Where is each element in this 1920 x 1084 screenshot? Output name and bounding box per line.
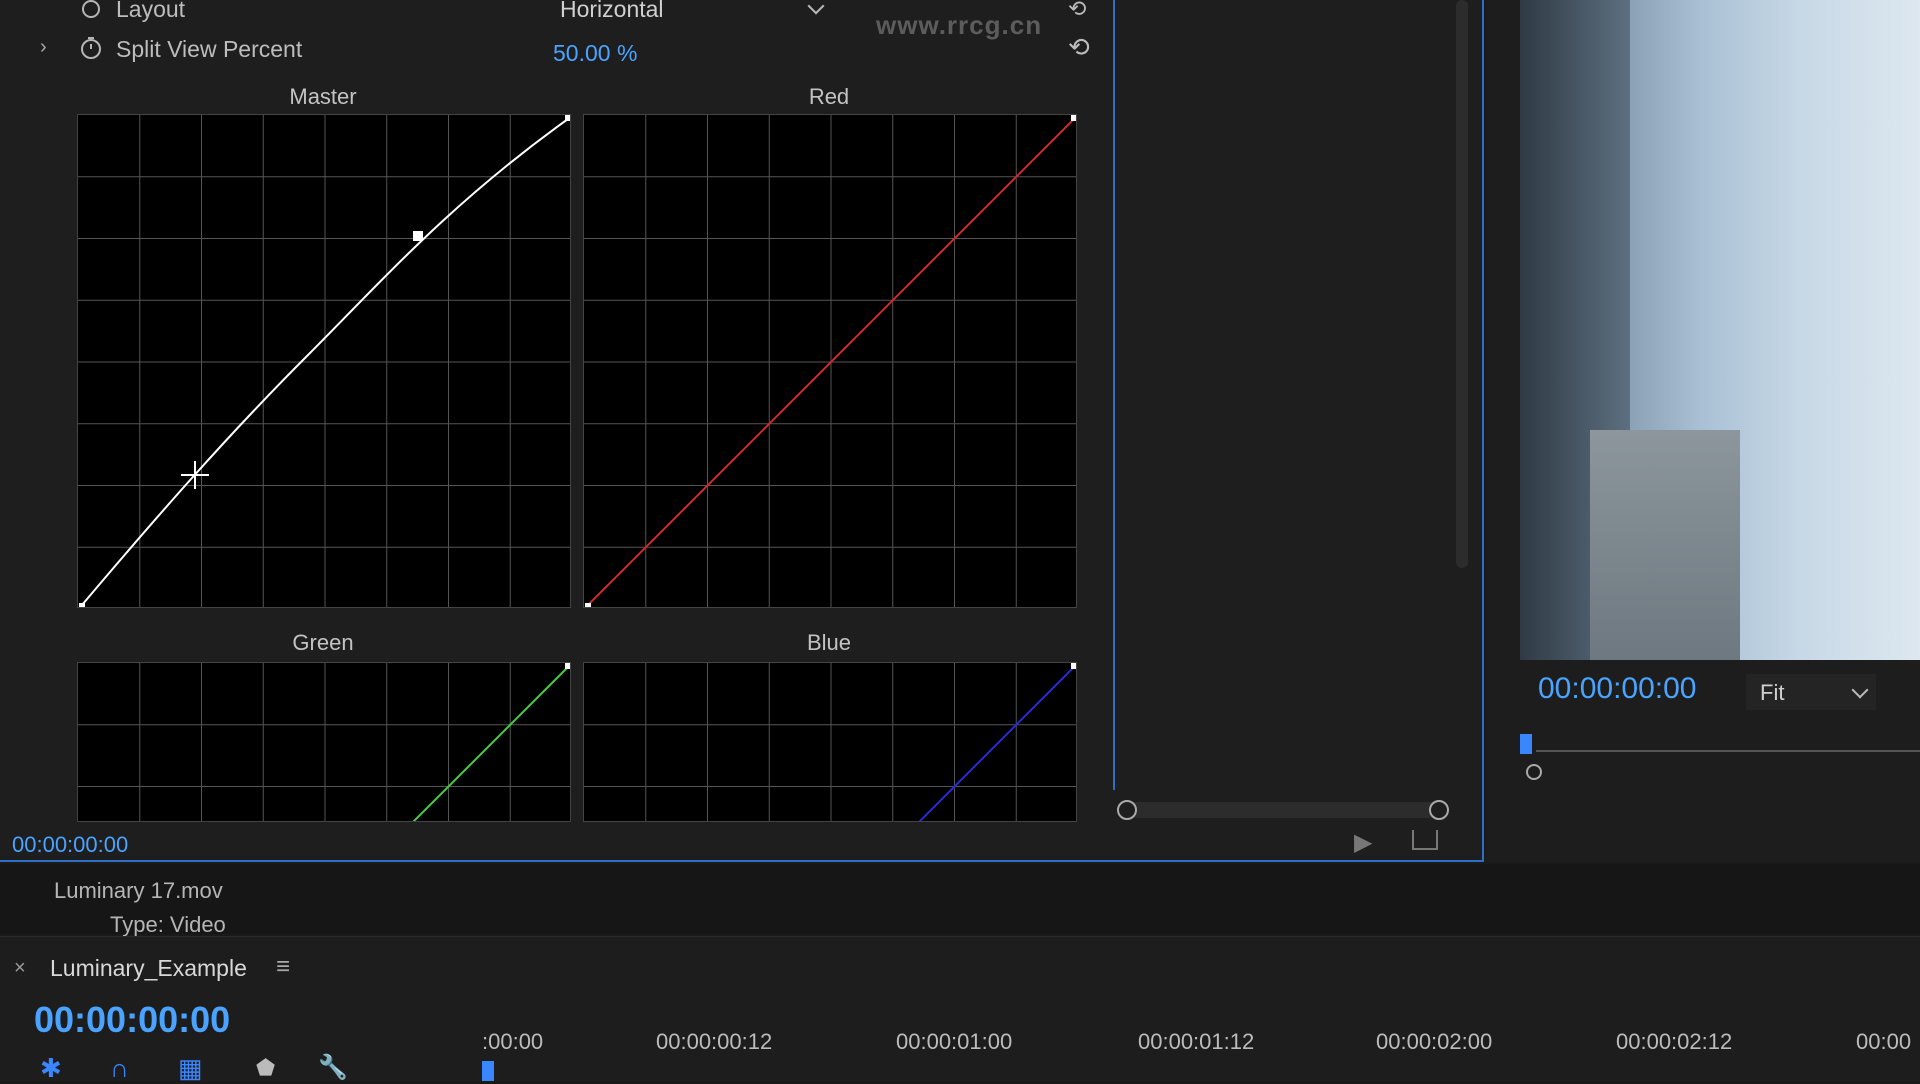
- blue-curve-graph[interactable]: [583, 662, 1077, 822]
- green-curve-graph[interactable]: [77, 662, 571, 822]
- vertical-scrollbar[interactable]: [1456, 0, 1468, 568]
- wrench-icon[interactable]: 🔧: [318, 1053, 348, 1082]
- scroll-handle-right[interactable]: [1429, 800, 1449, 820]
- expand-chevron-icon[interactable]: ›: [40, 36, 47, 59]
- split-view-value[interactable]: 50.00 %: [553, 40, 637, 67]
- monitor-zoom-handle[interactable]: [1526, 764, 1542, 780]
- red-curve-title: Red: [808, 84, 850, 109]
- split-view-label: Split View Percent: [116, 36, 303, 62]
- ruler-label: 00:00:02:12: [1616, 1029, 1733, 1054]
- stopwatch-icon[interactable]: [80, 36, 102, 59]
- ruler-label: 00:00:01:00: [896, 1029, 1013, 1054]
- keyframe-toggle-icon[interactable]: [82, 0, 100, 18]
- panel-divider: [1113, 0, 1115, 790]
- clip-type: Type: Video: [110, 912, 226, 937]
- master-curve-graph[interactable]: [77, 114, 571, 608]
- building-right-silhouette: [1590, 430, 1740, 660]
- monitor-ruler: [1536, 750, 1920, 752]
- curve-control-point: [565, 663, 570, 669]
- program-timecode[interactable]: 00:00:00:00: [1538, 672, 1696, 706]
- effect-controls-panel: Layout Horizontal ⟲ › Split View Percent…: [0, 0, 1484, 862]
- timeline-playhead-icon[interactable]: [482, 1061, 494, 1081]
- curve-control-point: [1071, 663, 1076, 669]
- timeline-panel: × Luminary_Example ≡ 00:00:00:00 :00:00 …: [0, 936, 1920, 1084]
- play-audio-icon[interactable]: ▶: [1354, 828, 1372, 857]
- curve-control-point: [585, 603, 591, 607]
- curve-control-point: [565, 115, 570, 121]
- reset-icon[interactable]: ⟲: [1068, 32, 1090, 63]
- timeline-timecode[interactable]: 00:00:00:00: [34, 999, 230, 1041]
- zoom-scrollbar[interactable]: [1120, 802, 1442, 818]
- linked-selection-icon[interactable]: ∩: [110, 1053, 129, 1084]
- layout-label: Layout: [116, 0, 186, 22]
- master-curve-title: Master: [289, 84, 357, 109]
- effect-controls-timecode[interactable]: 00:00:00:00: [12, 832, 128, 858]
- playhead-icon[interactable]: [1520, 734, 1532, 754]
- green-curve-line: [412, 666, 569, 821]
- blue-curve-title: Blue: [806, 630, 852, 655]
- curve-control-point: [413, 231, 423, 241]
- add-marker-nest-icon[interactable]: ▦: [178, 1053, 203, 1084]
- red-curve-graph[interactable]: [583, 114, 1077, 608]
- close-icon[interactable]: ×: [14, 957, 26, 980]
- marker-icon[interactable]: ⬟: [256, 1055, 275, 1081]
- ruler-label: 00:00:01:12: [1138, 1029, 1255, 1054]
- fit-dropdown-value: Fit: [1760, 680, 1785, 705]
- ruler-label: 00:00:02:00: [1376, 1029, 1493, 1054]
- blue-curve-line: [918, 666, 1075, 821]
- project-info-panel: Luminary 17.mov Type: Video: [0, 864, 1920, 937]
- ruler-label: 00:00: [1856, 1029, 1912, 1054]
- reset-icon[interactable]: ⟲: [1068, 0, 1086, 22]
- clip-name: Luminary 17.mov: [54, 878, 223, 903]
- chevron-down-icon: [807, 0, 825, 15]
- scroll-handle-left[interactable]: [1117, 800, 1137, 820]
- sequence-tab[interactable]: Luminary_Example: [50, 955, 247, 982]
- ruler-label: 00:00:00:12: [656, 1029, 773, 1054]
- chevron-down-icon: [1851, 681, 1869, 699]
- video-preview: [1520, 0, 1920, 660]
- snap-icon[interactable]: ✱: [40, 1053, 62, 1084]
- curve-control-point: [79, 603, 85, 607]
- fit-dropdown[interactable]: Fit: [1746, 674, 1876, 710]
- export-icon[interactable]: [1412, 830, 1438, 850]
- layout-dropdown[interactable]: Horizontal: [548, 0, 830, 28]
- layout-dropdown-value: Horizontal: [560, 0, 664, 22]
- green-curve-title: Green: [292, 630, 354, 655]
- curve-control-point: [1071, 115, 1076, 121]
- watermark-text: www.rrcg.cn: [876, 10, 1043, 40]
- ruler-label: :00:00: [482, 1029, 544, 1054]
- menu-icon[interactable]: ≡: [276, 953, 290, 981]
